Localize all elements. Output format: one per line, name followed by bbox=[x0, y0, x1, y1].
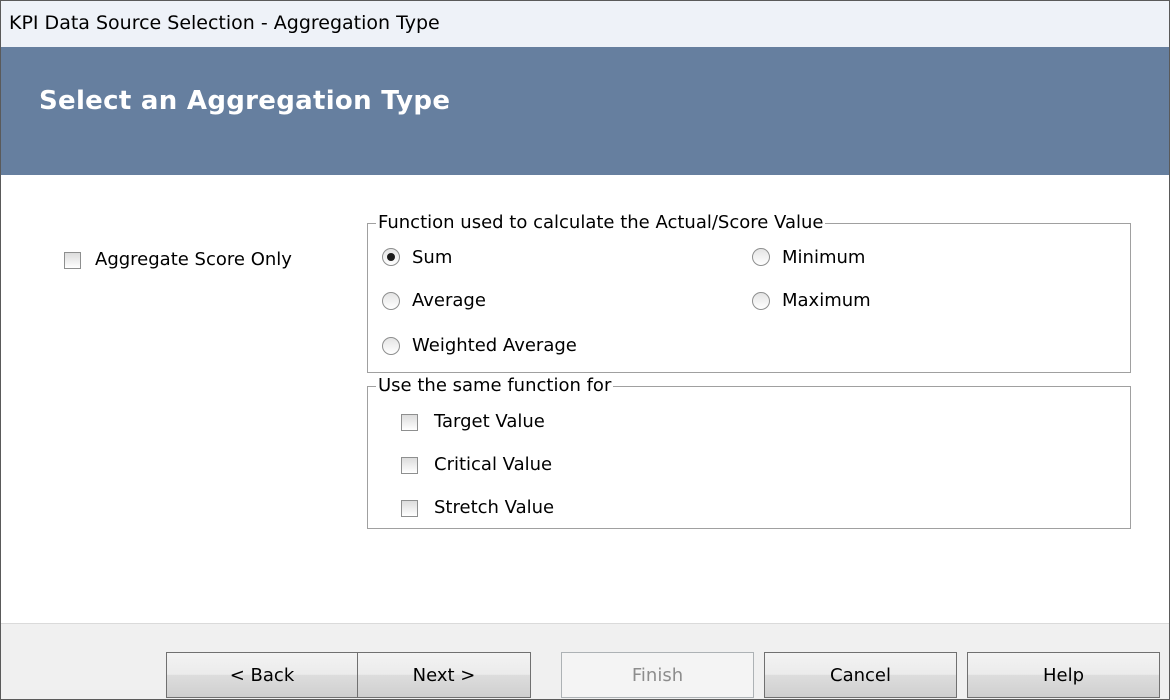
function-groupbox: Function used to calculate the Actual/Sc… bbox=[367, 212, 1131, 373]
aggregate-score-only-checkbox[interactable] bbox=[64, 252, 81, 269]
minimum-label: Minimum bbox=[782, 247, 866, 268]
stretch-value-label: Stretch Value bbox=[434, 497, 555, 518]
stretch-value-checkbox[interactable] bbox=[401, 500, 418, 517]
window-title: KPI Data Source Selection - Aggregation … bbox=[9, 12, 440, 34]
aggregate-score-only-label: Aggregate Score Only bbox=[95, 249, 292, 270]
critical-value-label: Critical Value bbox=[434, 454, 553, 475]
maximum-radio[interactable] bbox=[752, 292, 770, 310]
page-heading: Select an Aggregation Type bbox=[39, 86, 451, 116]
sum-label: Sum bbox=[412, 247, 453, 268]
finish-button[interactable]: Finish bbox=[561, 652, 754, 698]
button-bar: < Back Next > Finish Cancel Help bbox=[1, 623, 1169, 699]
weighted-average-radio[interactable] bbox=[382, 337, 400, 355]
help-button[interactable]: Help bbox=[967, 652, 1160, 698]
critical-value-checkbox[interactable] bbox=[401, 457, 418, 474]
target-value-label: Target Value bbox=[434, 411, 545, 432]
header-banner: Select an Aggregation Type bbox=[1, 47, 1169, 175]
content-area: Aggregate Score Only Function used to ca… bbox=[1, 175, 1169, 623]
maximum-label: Maximum bbox=[782, 290, 871, 311]
function-group-legend: Function used to calculate the Actual/Sc… bbox=[376, 212, 826, 233]
wizard-window: KPI Data Source Selection - Aggregation … bbox=[0, 0, 1170, 700]
target-value-checkbox[interactable] bbox=[401, 414, 418, 431]
title-bar: KPI Data Source Selection - Aggregation … bbox=[1, 1, 1169, 47]
same-function-groupbox: Use the same function for Target Value C… bbox=[367, 375, 1131, 529]
cancel-button[interactable]: Cancel bbox=[764, 652, 957, 698]
average-radio[interactable] bbox=[382, 292, 400, 310]
sum-radio[interactable] bbox=[382, 248, 400, 266]
weighted-average-label: Weighted Average bbox=[412, 335, 577, 356]
minimum-radio[interactable] bbox=[752, 248, 770, 266]
back-button[interactable]: < Back bbox=[166, 652, 358, 698]
next-button[interactable]: Next > bbox=[357, 652, 531, 698]
same-function-group-legend: Use the same function for bbox=[376, 375, 614, 396]
average-label: Average bbox=[412, 290, 486, 311]
